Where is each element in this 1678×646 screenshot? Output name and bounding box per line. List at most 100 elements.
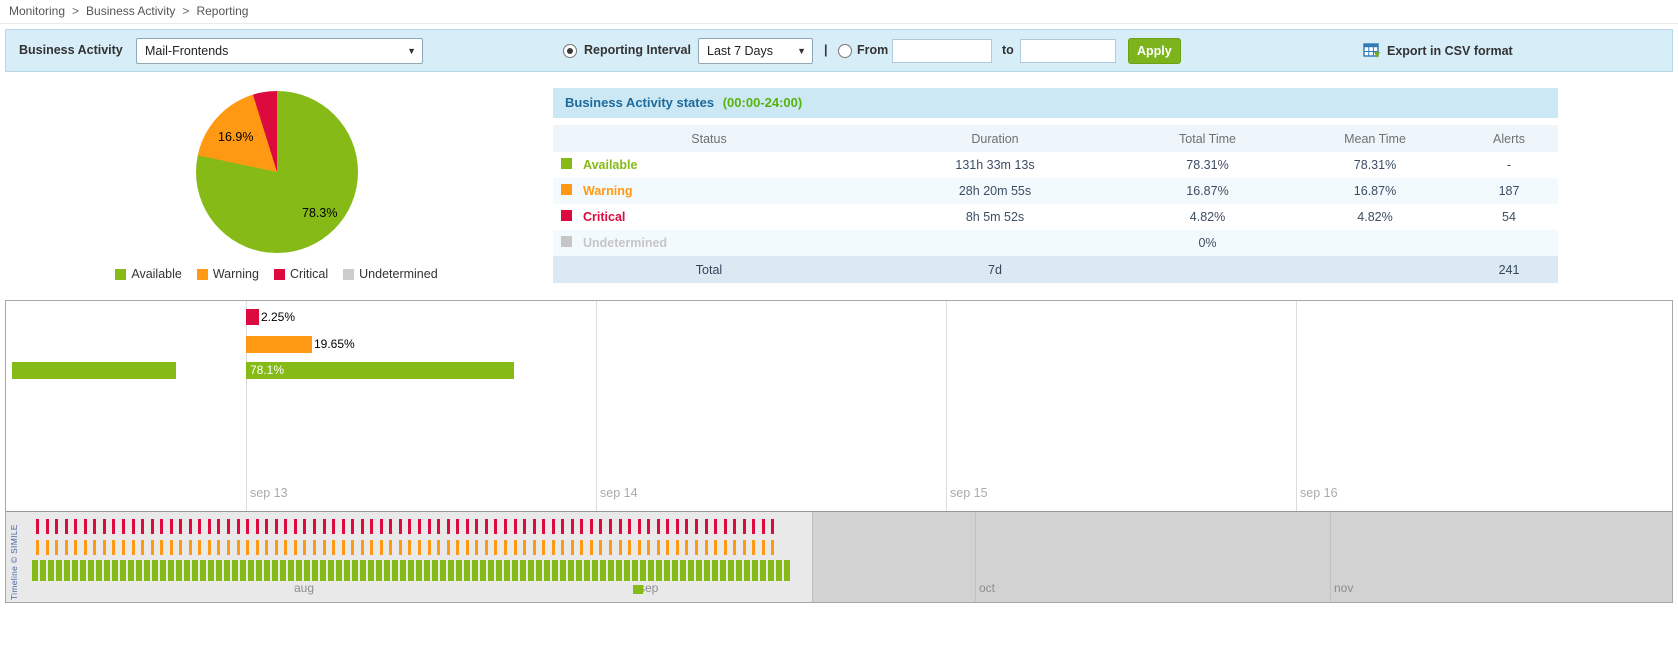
timeline-tick — [136, 560, 142, 581]
timeline-month-label: nov — [1334, 581, 1353, 595]
table-cell — [1460, 230, 1558, 256]
timeline-tick — [144, 560, 150, 581]
timeline-tick — [418, 540, 421, 555]
timeline-tick — [428, 540, 431, 555]
timeline-tick — [176, 560, 182, 581]
timeline-tick — [84, 540, 87, 555]
timeline-tick — [528, 560, 534, 581]
export-csv-link[interactable]: Export in CSV format — [1363, 30, 1513, 71]
timeline-tick — [294, 540, 297, 555]
timeline-tick — [361, 519, 364, 534]
states-title: Business Activity states — [565, 95, 714, 110]
timeline-tick — [246, 540, 249, 555]
timeline-tick — [36, 519, 39, 534]
timeline-tick — [151, 540, 154, 555]
timeline-tick — [784, 560, 790, 581]
timeline-tick — [296, 560, 302, 581]
timeline-overview-band[interactable]: Timeline © SIMILE augsepoctnov — [6, 511, 1672, 602]
timeline-tick — [584, 560, 590, 581]
timeline-day-gridline — [596, 301, 597, 511]
timeline-tick — [664, 560, 670, 581]
timeline-tick — [648, 560, 654, 581]
interval-select-value: Last 7 Days — [707, 44, 773, 58]
timeline-tick — [485, 540, 488, 555]
timeline-tick — [504, 560, 510, 581]
interval-select[interactable]: Last 7 Days ▼ — [698, 38, 813, 64]
timeline-tick — [200, 560, 206, 581]
reporting-interval-radio[interactable] — [563, 44, 577, 58]
table-row: Undetermined0% — [553, 230, 1558, 256]
legend-item: Critical — [274, 267, 328, 281]
business-activity-label: Business Activity — [19, 30, 123, 71]
timeline-tick — [638, 519, 641, 534]
timeline-tick — [523, 519, 526, 534]
timeline-tick — [265, 519, 268, 534]
timeline-bar[interactable] — [246, 309, 259, 325]
timeline-month-gridline — [975, 512, 976, 602]
timeline-tick — [408, 519, 411, 534]
timeline-tick — [475, 519, 478, 534]
timeline-tick — [160, 519, 163, 534]
timeline-tick — [466, 519, 469, 534]
timeline-tick — [360, 560, 366, 581]
timeline-tick — [712, 560, 718, 581]
timeline-tick — [676, 519, 679, 534]
timeline-tick — [65, 540, 68, 555]
table-cell: 4.82% — [1125, 204, 1290, 230]
timeline-tick — [380, 540, 383, 555]
breadcrumb-item[interactable]: Business Activity — [86, 4, 175, 18]
toolbar: Business Activity Mail-Frontends ▼ Repor… — [5, 29, 1673, 72]
timeline-tick — [544, 560, 550, 581]
timeline-tick — [361, 540, 364, 555]
timeline-tick — [323, 540, 326, 555]
apply-button[interactable]: Apply — [1128, 38, 1181, 64]
from-date-input[interactable] — [892, 39, 992, 63]
timeline-tick — [160, 560, 166, 581]
custom-range-radio[interactable] — [838, 44, 852, 58]
timeline-tick — [304, 560, 310, 581]
breadcrumb: Monitoring>Business Activity>Reporting — [9, 4, 248, 18]
timeline-tick — [132, 540, 135, 555]
timeline-bar[interactable] — [246, 336, 312, 353]
timeline-tick — [696, 560, 702, 581]
timeline-tick — [408, 540, 411, 555]
legend-swatch — [115, 269, 126, 280]
timeline-tick — [496, 560, 502, 581]
timeline-tick — [74, 540, 77, 555]
timeline-tick — [93, 540, 96, 555]
states-title-bar: Business Activity states (00:00-24:00) — [553, 88, 1558, 118]
timeline-tick — [179, 519, 182, 534]
timeline-bar[interactable] — [246, 362, 514, 379]
business-activity-select[interactable]: Mail-Frontends ▼ — [136, 38, 423, 64]
to-date-input[interactable] — [1020, 39, 1116, 63]
timeline-tick — [198, 540, 201, 555]
timeline-tick — [256, 560, 262, 581]
breadcrumb-item[interactable]: Monitoring — [9, 4, 65, 18]
timeline-tick — [647, 519, 650, 534]
timeline-bar-label: 2.25% — [261, 309, 295, 325]
timeline-tick — [609, 519, 612, 534]
status-label: Undetermined — [583, 236, 667, 250]
timeline-bar[interactable] — [12, 362, 176, 379]
timeline-tick — [170, 519, 173, 534]
table-cell — [1290, 256, 1460, 283]
pie-slice-label: 78.3% — [302, 206, 337, 220]
timeline-tick — [280, 560, 286, 581]
timeline-tick — [533, 519, 536, 534]
timeline-tick — [103, 540, 106, 555]
timeline-tick — [733, 540, 736, 555]
timeline-tick — [685, 519, 688, 534]
timeline-tick — [128, 560, 134, 581]
timeline-tick — [560, 560, 566, 581]
timeline-tick — [112, 560, 118, 581]
status-cell: Critical — [553, 204, 865, 230]
timeline-tick — [695, 519, 698, 534]
timeline-tick — [400, 560, 406, 581]
timeline-tick — [418, 519, 421, 534]
legend-label: Critical — [290, 267, 328, 281]
timeline-tick — [141, 540, 144, 555]
timeline-tick — [628, 519, 631, 534]
timeline-main-band[interactable]: sep 13sep 14sep 15sep 162.25%19.65%78.1% — [6, 301, 1672, 511]
breadcrumb-item[interactable]: Reporting — [196, 4, 248, 18]
table-cell: 16.87% — [1125, 178, 1290, 204]
